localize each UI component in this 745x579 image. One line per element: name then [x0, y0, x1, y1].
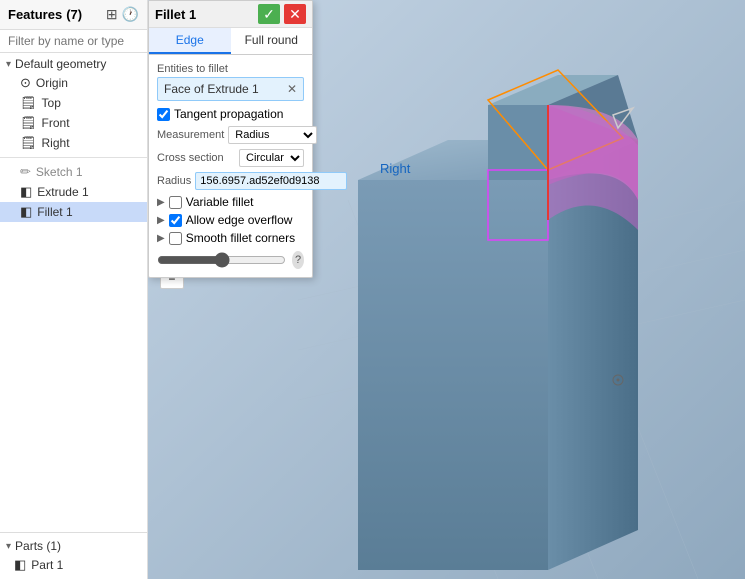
slider-row: ? [157, 251, 304, 269]
variable-fillet-checkbox[interactable] [169, 196, 182, 209]
top-label: Top [42, 96, 61, 110]
extrude1-label: Extrude 1 [37, 185, 88, 199]
tangent-propagation-row: Tangent propagation [157, 107, 304, 121]
sidebar-item-origin[interactable]: ⊙ Origin [0, 73, 147, 93]
fillet-panel: Fillet 1 ✓ ✕ Edge Full round Entities to… [148, 0, 313, 278]
variable-fillet-label: Variable fillet [186, 195, 254, 209]
radius-label: Radius [157, 175, 191, 187]
parts-arrow-icon: ▾ [6, 541, 11, 552]
tab-edge[interactable]: Edge [149, 28, 231, 54]
entities-value: Face of Extrude 1 [164, 82, 259, 96]
divider [0, 157, 147, 158]
origin-label: Origin [36, 76, 68, 90]
front-label: Front [42, 116, 70, 130]
sidebar-item-right[interactable]: 🗒 Right [0, 133, 147, 153]
sidebar-item-sketch[interactable]: ✏ Sketch 1 [0, 162, 147, 182]
sidebar-item-part1[interactable]: ◧ Part 1 [0, 555, 147, 575]
clock-icon[interactable]: 🕐 [122, 6, 139, 23]
extrude-icon: ◧ [20, 184, 32, 200]
sidebar-bottom: ▾ Parts (1) ◧ Part 1 [0, 532, 147, 579]
smooth-fillet-corners-row: ▶ Smooth fillet corners [157, 231, 304, 245]
sidebar-header-icons: ⊞ 🕐 [106, 6, 139, 23]
grid-icon[interactable]: ⊞ [106, 6, 118, 23]
part1-label: Part 1 [31, 558, 63, 572]
fillet-slider[interactable] [157, 252, 286, 268]
sidebar-item-top[interactable]: 🗒 Top [0, 93, 147, 113]
parts-header[interactable]: ▾ Parts (1) [0, 537, 147, 555]
entities-close-icon[interactable]: ✕ [287, 82, 297, 96]
variable-fillet-arrow-icon: ▶ [157, 197, 165, 208]
svg-text:Right: Right [380, 161, 411, 176]
right-label: Right [42, 136, 70, 150]
smooth-fillet-corners-label: Smooth fillet corners [186, 231, 295, 245]
help-button[interactable]: ? [292, 251, 304, 269]
measurement-select[interactable]: Radius Chord length [228, 126, 317, 144]
fillet-tabs: Edge Full round [149, 28, 312, 55]
sidebar: Features (7) ⊞ 🕐 ▾ Default geometry ⊙ Or… [0, 0, 148, 579]
entities-label: Entities to fillet [157, 63, 304, 75]
allow-edge-arrow-icon: ▶ [157, 215, 165, 226]
features-label: Features [8, 7, 62, 22]
ok-button[interactable]: ✓ [258, 4, 280, 24]
arrow-icon: ▾ [6, 59, 11, 70]
features-count: (7) [66, 7, 82, 22]
allow-edge-overflow-row: ▶ Allow edge overflow [157, 213, 304, 227]
default-geometry-label: Default geometry [15, 57, 106, 71]
cross-section-select[interactable]: Circular Conic [239, 149, 304, 167]
plane-icon2: 🗒 [20, 115, 37, 131]
sketch-label: Sketch 1 [36, 165, 83, 179]
default-geometry-header[interactable]: ▾ Default geometry [0, 55, 147, 73]
smooth-fillet-corners-checkbox[interactable] [169, 232, 182, 245]
viewport: Right Fillet 1 ✓ ✕ Edge Full round Entit… [148, 0, 745, 579]
allow-edge-overflow-label: Allow edge overflow [186, 213, 293, 227]
plane-icon3: 🗒 [20, 135, 37, 151]
fillet-body: Entities to fillet Face of Extrude 1 ✕ T… [149, 55, 312, 277]
sidebar-title-area: Features (7) [8, 7, 82, 22]
cancel-button[interactable]: ✕ [284, 4, 306, 24]
tab-full-round[interactable]: Full round [231, 28, 313, 54]
measurement-label: Measurement [157, 129, 224, 141]
parts-label: Parts (1) [15, 539, 61, 553]
fillet-titlebar: Fillet 1 ✓ ✕ [149, 1, 312, 28]
part-icon: ◧ [14, 557, 26, 573]
cross-section-label: Cross section [157, 152, 235, 164]
sidebar-item-extrude1[interactable]: ◧ Extrude 1 [0, 182, 147, 202]
sidebar-header: Features (7) ⊞ 🕐 [0, 0, 147, 30]
radius-row: Radius [157, 172, 304, 190]
plane-icon: 🗒 [20, 95, 37, 111]
variable-fillet-row: ▶ Variable fillet [157, 195, 304, 209]
entities-box: Face of Extrude 1 ✕ [157, 77, 304, 101]
tangent-propagation-label: Tangent propagation [174, 107, 283, 121]
radius-input[interactable] [195, 172, 347, 190]
feature-tree: ▾ Default geometry ⊙ Origin 🗒 Top 🗒 Fron… [0, 53, 147, 532]
sidebar-item-front[interactable]: 🗒 Front [0, 113, 147, 133]
sidebar-item-fillet1[interactable]: ◧ Fillet 1 [0, 202, 147, 222]
origin-icon: ⊙ [20, 75, 31, 91]
tangent-propagation-checkbox[interactable] [157, 108, 170, 121]
allow-edge-overflow-checkbox[interactable] [169, 214, 182, 227]
cross-section-row: Cross section Circular Conic [157, 149, 304, 167]
sketch-icon: ✏ [20, 164, 31, 180]
fillet-title: Fillet 1 [155, 7, 196, 22]
measurement-row: Measurement Radius Chord length [157, 126, 304, 144]
fillet-icon: ◧ [20, 204, 32, 220]
fillet-title-buttons: ✓ ✕ [258, 4, 306, 24]
fillet1-label: Fillet 1 [37, 205, 72, 219]
filter-input[interactable] [0, 30, 147, 53]
smooth-fillet-arrow-icon: ▶ [157, 233, 165, 244]
